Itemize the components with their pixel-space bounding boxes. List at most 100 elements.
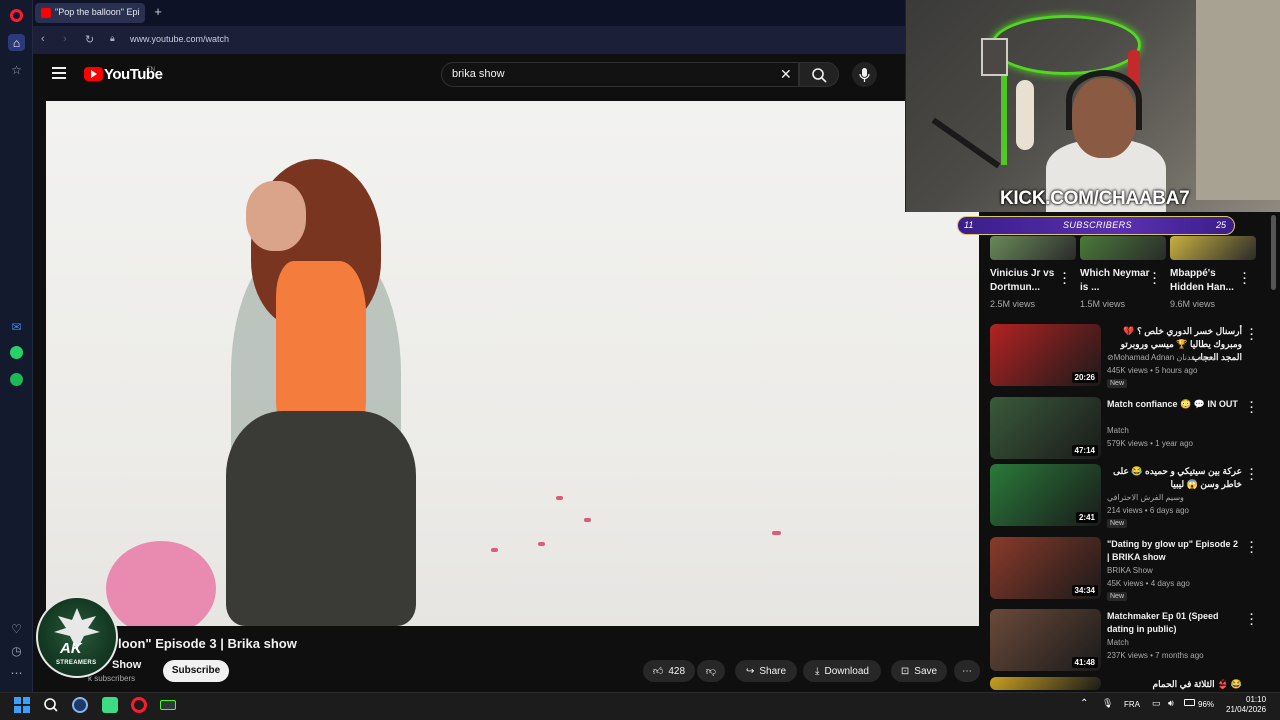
whatsapp-icon[interactable] [8,344,25,361]
recommendation-title[interactable]: عركة بين سيتيكي و حميده 😂 على خاطر وسن 😱… [1107,465,1242,491]
webcam-frame [981,38,1008,76]
clear-search-icon[interactable]: ✕ [780,66,792,83]
microphone-icon[interactable]: 🎙︎ [1102,698,1113,709]
recommendation-title[interactable]: "Dating by glow up" Episode 2 | BRIKA sh… [1107,538,1242,564]
recommendation-title[interactable]: Matchmaker Ep 01 (Speed dating in public… [1107,610,1242,636]
recommendation-channel[interactable]: وسيم الفرش الاحترافي [1107,493,1184,502]
short-title[interactable]: Which Neymar is ... [1080,267,1150,295]
steam-icon[interactable] [72,697,88,713]
short-views: 1.5M views [1080,299,1126,309]
short-thumbnail[interactable] [990,236,1076,260]
video-confetti [491,548,498,552]
search-input-value[interactable]: brika show [452,68,505,80]
star-icon[interactable]: ☆ [8,61,25,78]
video-figure-woman-pants [226,411,416,626]
recommendation-title[interactable]: Match confiance 😳 💬 IN OUT [1107,398,1242,411]
opera-logo-icon[interactable] [10,9,23,22]
recommendation-thumbnail[interactable]: 34:34 [990,537,1101,599]
android-app-icon[interactable] [102,697,118,713]
video-title: loon" Episode 3 | Brika show [118,636,297,651]
video-balloon [106,541,216,626]
recommendation-title[interactable]: 😂 👙 الثلاثة في الحمام [1107,678,1242,691]
messenger-icon[interactable]: ✉ [8,318,25,335]
history-icon[interactable]: ◷ [8,642,25,659]
spotify-icon[interactable] [8,371,25,388]
video-confetti [538,542,545,546]
more-icon[interactable]: ⋯ [8,664,25,681]
share-icon: ↪ [745,665,755,677]
download-button[interactable]: ⤓ Download [803,660,881,682]
voice-search-button[interactable] [852,62,877,87]
short-thumbnail[interactable] [1080,236,1166,260]
video-figure-woman-top [276,261,366,436]
recommendation-duration: 2:41 [1075,512,1098,523]
short-thumbnail[interactable] [1170,236,1256,260]
video-player[interactable] [46,101,979,626]
like-button[interactable]: 👍︎ 428 [643,660,695,682]
short-menu-icon[interactable]: · · · [1153,269,1157,290]
thumbs-down-icon: 👎︎ [705,666,717,677]
recommendation-channel[interactable]: Match [1107,638,1129,647]
new-tab-button[interactable]: + [151,5,165,19]
search-button[interactable] [799,62,839,87]
reload-icon[interactable]: ↻ [85,33,94,46]
windows-start-icon[interactable] [14,697,30,713]
short-menu-icon[interactable]: · · · [1063,269,1067,290]
heart-icon[interactable]: ♡ [8,620,25,637]
video-figure-woman-face [246,181,306,251]
recommendation-channel[interactable]: ⊘Mohamad Adnan محمد عدنان [1107,353,1216,362]
youtube-logo-icon[interactable] [84,67,103,81]
dislike-button[interactable]: 👎︎ [697,660,725,682]
webcam-neon-light [991,15,1141,75]
recommendation-duration: 41:48 [1071,657,1098,668]
battery-icon[interactable] [1184,699,1195,706]
sidebar-scrollbar[interactable] [1271,215,1276,290]
more-actions-button[interactable]: ⋯ [954,660,980,682]
video-confetti [584,518,591,522]
short-title[interactable]: Mbappé's Hidden Han... [1170,267,1240,295]
back-icon[interactable]: ‹ [41,33,45,45]
webcam-skateboard [1016,80,1034,150]
recommendation-menu-icon[interactable]: · · · [1250,398,1254,419]
share-button[interactable]: ↪ Share [735,660,797,682]
save-button[interactable]: ⊡ Save [891,660,947,682]
network-icon[interactable]: ▭ [1152,698,1161,709]
recommendation-meta: 445K views • 5 hours ago [1107,366,1198,375]
subscriber-goal-current: 11 [964,220,974,230]
like-count: 428 [668,665,686,677]
kick-app-icon[interactable] [160,697,176,713]
clock-time[interactable]: 01:10 [1246,695,1266,704]
tab-active[interactable]: "Pop the balloon" Epi [35,3,145,23]
chevron-up-icon[interactable]: ⌃ [1080,698,1088,709]
recommendation-menu-icon[interactable]: · · · [1250,538,1254,559]
menu-icon[interactable] [52,67,66,79]
recommendation-channel[interactable]: Match [1107,426,1129,435]
url-text[interactable]: www.youtube.com/watch [130,34,229,44]
forward-icon[interactable]: › [63,33,67,45]
recommendation-thumbnail[interactable]: 20:26 [990,324,1101,386]
search-icon[interactable] [43,697,59,713]
home-icon[interactable]: ⌂ [8,34,25,51]
volume-icon[interactable]: 🔊︎ [1168,698,1174,709]
youtube-favicon-icon [41,8,51,18]
recommendation-thumbnail[interactable]: 2:41 [990,464,1101,526]
microphone-icon [859,68,870,82]
short-views: 9.6M views [1170,299,1216,309]
search-icon [812,68,827,83]
recommendation-meta: 237K views • 7 months ago [1107,651,1204,660]
subscribe-button[interactable]: Subscribe [163,660,229,682]
short-menu-icon[interactable]: · · · [1243,269,1247,290]
recommendation-channel[interactable]: BRIKA Show [1107,566,1153,575]
video-confetti [772,531,781,535]
recommendation-menu-icon[interactable]: · · · [1250,610,1254,631]
opera-taskbar-icon[interactable] [131,697,147,713]
language-indicator[interactable]: FRA [1124,700,1140,709]
channel-name[interactable]: Show [112,659,141,671]
recommendation-menu-icon[interactable]: · · · [1250,325,1254,346]
recommendation-menu-icon[interactable]: · · · [1250,465,1254,486]
short-title[interactable]: Vinicius Jr vs Dortmun... [990,267,1060,295]
recommendation-thumbnail[interactable]: 41:48 [990,609,1101,671]
recommendation-thumbnail[interactable]: 47:14 [990,397,1101,459]
recommendation-thumbnail[interactable] [990,677,1101,690]
clock-date[interactable]: 21/04/2026 [1226,705,1266,714]
